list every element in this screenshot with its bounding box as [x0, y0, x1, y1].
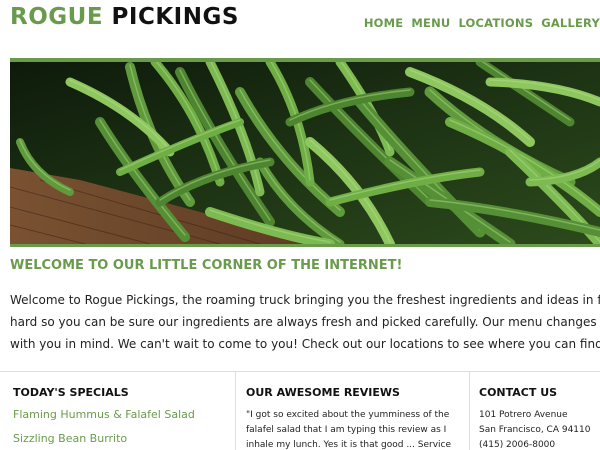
special-item[interactable]: Flaming Hummus & Falafel Salad [13, 408, 195, 421]
site-header: ROGUE PICKINGS HOME MENU LOCATIONS GALLE… [0, 0, 600, 58]
nav-locations[interactable]: LOCATIONS [458, 16, 533, 30]
review-text: "I got so excited about the yumminess of… [246, 410, 452, 450]
reviews-column: OUR AWESOME REVIEWS "I got so excited ab… [236, 372, 470, 450]
nav-gallery[interactable]: GALLERY [541, 16, 600, 30]
nav-home[interactable]: HOME [364, 16, 404, 30]
welcome-line: Welcome to Rogue Pickings, the roaming t… [10, 293, 600, 307]
reviews-heading: OUR AWESOME REVIEWS [246, 386, 400, 399]
site-logo[interactable]: ROGUE PICKINGS [10, 4, 239, 30]
welcome-heading: WELCOME TO OUR LITTLE CORNER OF THE INTE… [10, 258, 403, 273]
nav-menu[interactable]: MENU [411, 16, 450, 30]
green-beans-photo [10, 62, 600, 244]
welcome-line: hard so you can be sure our ingredients … [10, 315, 600, 329]
contact-phone[interactable]: (415) 2006-8000 [479, 438, 590, 450]
logo-rogue: ROGUE [10, 4, 104, 30]
welcome-paragraph: Welcome to Rogue Pickings, the roaming t… [10, 289, 600, 359]
specials-heading: TODAY'S SPECIALS [13, 386, 129, 399]
specials-column: TODAY'S SPECIALS Flaming Hummus & Falafe… [0, 372, 236, 450]
welcome-line: with you in mind. We can't wait to come … [10, 337, 600, 351]
contact-address-line2: San Francisco, CA 94110 [479, 425, 591, 435]
contact-heading: CONTACT US [479, 386, 558, 399]
main-nav: HOME MENU LOCATIONS GALLERY [364, 16, 600, 30]
contact-address-line1: 101 Potrero Avenue [479, 410, 568, 420]
footer-columns: TODAY'S SPECIALS Flaming Hummus & Falafe… [0, 372, 600, 450]
logo-pickings: PICKINGS [111, 4, 239, 30]
hero-image [10, 58, 600, 247]
contact-details: 101 Potrero Avenue San Francisco, CA 941… [479, 408, 590, 450]
special-item[interactable]: Sizzling Bean Burrito [13, 432, 127, 445]
contact-column: CONTACT US 101 Potrero Avenue San Franci… [470, 372, 600, 450]
